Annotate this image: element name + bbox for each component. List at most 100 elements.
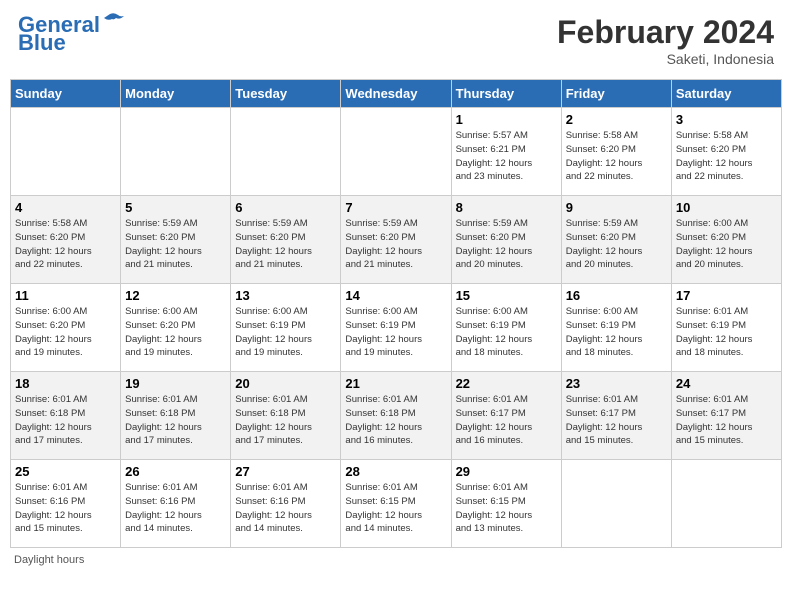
day-number: 21 bbox=[345, 376, 446, 391]
calendar-cell: 22Sunrise: 6:01 AMSunset: 6:17 PMDayligh… bbox=[451, 372, 561, 460]
page-header: General Blue February 2024 Saketi, Indon… bbox=[10, 10, 782, 71]
day-info: Sunrise: 6:01 AMSunset: 6:18 PMDaylight:… bbox=[235, 393, 336, 448]
calendar-cell: 28 Sunrise: 6:01 AMSunset: 6:15 PMDayligh… bbox=[341, 460, 451, 548]
calendar-cell: 11 Sunrise: 6:00 AMSunset: 6:20 PMDayligh… bbox=[11, 284, 121, 372]
logo-bird-icon bbox=[102, 12, 124, 30]
day-info: Sunrise: 6:01 AMSunset: 6:18 PMDaylight:… bbox=[345, 393, 446, 448]
day-info: Sunrise: 6:01 AMSunset: 6:17 PMDaylight:… bbox=[566, 393, 667, 448]
day-number: 19 bbox=[125, 376, 226, 391]
day-of-week-header: Saturday bbox=[671, 80, 781, 108]
calendar-week-row: 11 Sunrise: 6:00 AMSunset: 6:20 PMDayligh… bbox=[11, 284, 782, 372]
calendar-cell: 24Sunrise: 6:01 AMSunset: 6:17 PMDayligh… bbox=[671, 372, 781, 460]
calendar-cell: 15 Sunrise: 6:00 AMSunset: 6:19 PMDayligh… bbox=[451, 284, 561, 372]
calendar-cell: 5 Sunrise: 5:59 AMSunset: 6:20 PMDaylight… bbox=[121, 196, 231, 284]
day-number: 4 bbox=[15, 200, 116, 215]
calendar-week-row: 18 Sunrise: 6:01 AMSunset: 6:18 PMDayligh… bbox=[11, 372, 782, 460]
calendar-cell: 1 Sunrise: 5:57 AMSunset: 6:21 PMDaylight… bbox=[451, 108, 561, 196]
day-of-week-header: Friday bbox=[561, 80, 671, 108]
day-info: Sunrise: 6:01 AMSunset: 6:17 PMDaylight:… bbox=[676, 393, 777, 448]
calendar-cell: 27 Sunrise: 6:01 AMSunset: 6:16 PMDayligh… bbox=[231, 460, 341, 548]
calendar-cell: 19Sunrise: 6:01 AMSunset: 6:18 PMDayligh… bbox=[121, 372, 231, 460]
day-info: Sunrise: 5:58 AMSunset: 6:20 PMDaylight:… bbox=[676, 129, 777, 184]
logo: General Blue bbox=[18, 14, 124, 54]
day-number: 27 bbox=[235, 464, 336, 479]
footer-label: Daylight hours bbox=[10, 554, 782, 566]
calendar-cell: 7 Sunrise: 5:59 AMSunset: 6:20 PMDaylight… bbox=[341, 196, 451, 284]
calendar-cell bbox=[11, 108, 121, 196]
calendar-cell: 20Sunrise: 6:01 AMSunset: 6:18 PMDayligh… bbox=[231, 372, 341, 460]
day-info: Sunrise: 5:59 AMSunset: 6:20 PMDaylight:… bbox=[125, 217, 226, 272]
day-info: Sunrise: 5:59 AMSunset: 6:20 PMDaylight:… bbox=[235, 217, 336, 272]
calendar-cell bbox=[341, 108, 451, 196]
day-info: Sunrise: 6:01 AMSunset: 6:17 PMDaylight:… bbox=[456, 393, 557, 448]
day-number: 17 bbox=[676, 288, 777, 303]
calendar-cell: 14 Sunrise: 6:00 AMSunset: 6:19 PMDayligh… bbox=[341, 284, 451, 372]
day-of-week-header: Thursday bbox=[451, 80, 561, 108]
calendar-cell: 29 Sunrise: 6:01 AMSunset: 6:15 PMDayligh… bbox=[451, 460, 561, 548]
calendar-cell bbox=[671, 460, 781, 548]
day-of-week-header: Wednesday bbox=[341, 80, 451, 108]
calendar-week-row: 1 Sunrise: 5:57 AMSunset: 6:21 PMDaylight… bbox=[11, 108, 782, 196]
day-number: 26 bbox=[125, 464, 226, 479]
calendar-cell: 21 Sunrise: 6:01 AMSunset: 6:18 PMDayligh… bbox=[341, 372, 451, 460]
day-info: Sunrise: 6:01 AMSunset: 6:15 PMDaylight:… bbox=[345, 481, 446, 536]
day-of-week-header: Sunday bbox=[11, 80, 121, 108]
calendar-cell: 3 Sunrise: 5:58 AMSunset: 6:20 PMDaylight… bbox=[671, 108, 781, 196]
calendar-cell: 9 Sunrise: 5:59 AMSunset: 6:20 PMDaylight… bbox=[561, 196, 671, 284]
day-number: 10 bbox=[676, 200, 777, 215]
day-number: 8 bbox=[456, 200, 557, 215]
calendar-cell: 16Sunrise: 6:00 AMSunset: 6:19 PMDayligh… bbox=[561, 284, 671, 372]
day-info: Sunrise: 6:00 AMSunset: 6:19 PMDaylight:… bbox=[456, 305, 557, 360]
day-number: 2 bbox=[566, 112, 667, 127]
logo-blue-text: Blue bbox=[18, 32, 66, 54]
day-number: 28 bbox=[345, 464, 446, 479]
day-info: Sunrise: 5:59 AMSunset: 6:20 PMDaylight:… bbox=[345, 217, 446, 272]
day-info: Sunrise: 6:01 AMSunset: 6:15 PMDaylight:… bbox=[456, 481, 557, 536]
day-number: 16 bbox=[566, 288, 667, 303]
day-info: Sunrise: 5:58 AMSunset: 6:20 PMDaylight:… bbox=[566, 129, 667, 184]
calendar-week-row: 4Sunrise: 5:58 AMSunset: 6:20 PMDaylight… bbox=[11, 196, 782, 284]
day-info: Sunrise: 6:00 AMSunset: 6:20 PMDaylight:… bbox=[676, 217, 777, 272]
day-number: 15 bbox=[456, 288, 557, 303]
day-number: 11 bbox=[15, 288, 116, 303]
calendar-table: SundayMondayTuesdayWednesdayThursdayFrid… bbox=[10, 79, 782, 548]
day-info: Sunrise: 6:01 AMSunset: 6:16 PMDaylight:… bbox=[15, 481, 116, 536]
day-number: 29 bbox=[456, 464, 557, 479]
calendar-cell: 17 Sunrise: 6:01 AMSunset: 6:19 PMDayligh… bbox=[671, 284, 781, 372]
day-info: Sunrise: 6:00 AMSunset: 6:19 PMDaylight:… bbox=[235, 305, 336, 360]
day-number: 13 bbox=[235, 288, 336, 303]
day-info: Sunrise: 5:59 AMSunset: 6:20 PMDaylight:… bbox=[566, 217, 667, 272]
calendar-cell: 2 Sunrise: 5:58 AMSunset: 6:20 PMDaylight… bbox=[561, 108, 671, 196]
day-number: 25 bbox=[15, 464, 116, 479]
day-info: Sunrise: 6:01 AMSunset: 6:18 PMDaylight:… bbox=[15, 393, 116, 448]
calendar-cell bbox=[561, 460, 671, 548]
day-info: Sunrise: 5:57 AMSunset: 6:21 PMDaylight:… bbox=[456, 129, 557, 184]
day-number: 7 bbox=[345, 200, 446, 215]
calendar-cell: 6 Sunrise: 5:59 AMSunset: 6:20 PMDaylight… bbox=[231, 196, 341, 284]
title-block: February 2024 Saketi, Indonesia bbox=[557, 14, 774, 67]
calendar-cell: 10 Sunrise: 6:00 AMSunset: 6:20 PMDayligh… bbox=[671, 196, 781, 284]
day-info: Sunrise: 6:01 AMSunset: 6:19 PMDaylight:… bbox=[676, 305, 777, 360]
day-number: 18 bbox=[15, 376, 116, 391]
day-info: Sunrise: 6:01 AMSunset: 6:16 PMDaylight:… bbox=[235, 481, 336, 536]
day-info: Sunrise: 6:00 AMSunset: 6:20 PMDaylight:… bbox=[15, 305, 116, 360]
day-number: 6 bbox=[235, 200, 336, 215]
day-number: 14 bbox=[345, 288, 446, 303]
day-of-week-header: Tuesday bbox=[231, 80, 341, 108]
calendar-week-row: 25 Sunrise: 6:01 AMSunset: 6:16 PMDayligh… bbox=[11, 460, 782, 548]
day-number: 23 bbox=[566, 376, 667, 391]
calendar-cell: 25 Sunrise: 6:01 AMSunset: 6:16 PMDayligh… bbox=[11, 460, 121, 548]
day-number: 5 bbox=[125, 200, 226, 215]
day-number: 1 bbox=[456, 112, 557, 127]
day-info: Sunrise: 6:01 AMSunset: 6:16 PMDaylight:… bbox=[125, 481, 226, 536]
month-title: February 2024 bbox=[557, 14, 774, 51]
calendar-cell: 18 Sunrise: 6:01 AMSunset: 6:18 PMDayligh… bbox=[11, 372, 121, 460]
day-of-week-header: Monday bbox=[121, 80, 231, 108]
day-number: 3 bbox=[676, 112, 777, 127]
calendar-cell: 26 Sunrise: 6:01 AMSunset: 6:16 PMDayligh… bbox=[121, 460, 231, 548]
calendar-cell: 8Sunrise: 5:59 AMSunset: 6:20 PMDaylight… bbox=[451, 196, 561, 284]
day-info: Sunrise: 6:00 AMSunset: 6:20 PMDaylight:… bbox=[125, 305, 226, 360]
day-number: 9 bbox=[566, 200, 667, 215]
day-info: Sunrise: 6:00 AMSunset: 6:19 PMDaylight:… bbox=[345, 305, 446, 360]
calendar-header: SundayMondayTuesdayWednesdayThursdayFrid… bbox=[11, 80, 782, 108]
